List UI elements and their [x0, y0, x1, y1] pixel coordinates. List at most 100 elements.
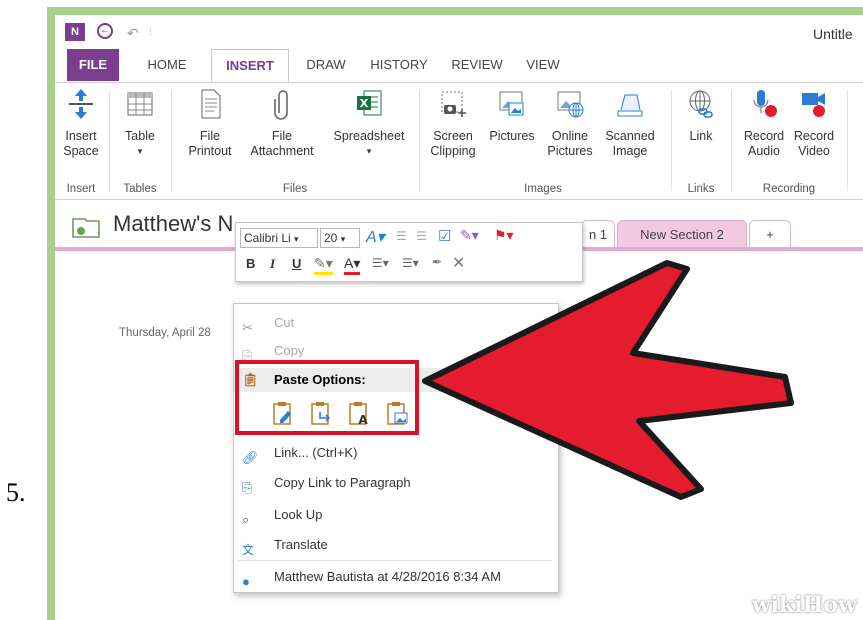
insert-space-label-1: Insert [65, 129, 97, 143]
tab-home[interactable]: HOME [139, 49, 195, 81]
scanned-image-label-2: Image [612, 144, 648, 158]
paperclip-icon [274, 90, 288, 120]
notebook-title[interactable]: Matthew's N [113, 211, 233, 237]
numbering-icon[interactable]: ☰▾ [402, 256, 419, 270]
group-label-links: Links [687, 183, 715, 195]
group-separator [847, 91, 848, 191]
online-pictures-label-1: Online [551, 129, 589, 143]
screen-clipping-label-1: Screen [433, 129, 473, 143]
menu-item-copy-link-label: Copy Link to Paragraph [274, 475, 411, 490]
font-name-box[interactable]: Calibri Li ▾ [240, 228, 318, 248]
ribbon: Insert Space Table ▾ File Printout File … [55, 82, 863, 200]
group-label-images: Images [524, 183, 562, 195]
online-pictures-icon [557, 91, 584, 118]
record-audio-button[interactable]: Record Audio [739, 87, 789, 159]
onenote-window: N ← ↶ ⫶ Untitle FILE HOME INSERT DRAW HI… [55, 15, 863, 620]
file-attachment-label-2: Attachment [250, 144, 314, 158]
menu-item-link-label: Link... (Ctrl+K) [274, 445, 358, 460]
title-bar: N ← ↶ ⫶ Untitle [55, 15, 863, 49]
paste-options-highlight-box [235, 360, 419, 435]
tab-review[interactable]: REVIEW [445, 49, 509, 81]
record-audio-label-1: Record [743, 129, 785, 143]
undo-icon[interactable]: ↶ [127, 25, 139, 42]
highlight-color-icon[interactable]: ✎▾ [314, 255, 333, 275]
back-icon[interactable]: ← [97, 23, 113, 39]
file-printout-label-2: Printout [188, 144, 232, 158]
record-video-label-1: Record [793, 129, 835, 143]
copy-link-icon: ⎘ [242, 480, 253, 495]
ribbon-tabs: FILE HOME INSERT DRAW HISTORY REVIEW VIE… [55, 49, 863, 83]
tab-insert[interactable]: INSERT [211, 49, 289, 83]
tab-history[interactable]: HISTORY [365, 49, 433, 81]
bullets-icon[interactable]: ☰▾ [372, 256, 389, 270]
spreadsheet-button[interactable]: X Spreadsheet ▾ [325, 87, 413, 159]
section-tab-1[interactable]: n 1 [581, 220, 615, 249]
pictures-button[interactable]: Pictures [483, 87, 541, 144]
group-separator [671, 91, 672, 191]
file-attachment-button[interactable]: File Attachment [241, 87, 323, 159]
spreadsheet-label: Spreadsheet [333, 129, 405, 143]
font-size-box[interactable]: 20 ▾ [320, 228, 360, 248]
bold-button[interactable]: B [246, 256, 255, 271]
tab-draw[interactable]: DRAW [301, 49, 351, 81]
microphone-icon [753, 90, 777, 117]
link-label: Link [689, 129, 713, 143]
record-audio-label-2: Audio [748, 144, 780, 158]
scanner-icon [617, 94, 643, 117]
font-color-icon[interactable]: A▾ [366, 227, 385, 247]
file-printout-icon [201, 89, 221, 119]
insert-space-label-2: Space [63, 144, 99, 158]
table-label: Table [125, 129, 155, 143]
group-label-insert: Insert [66, 183, 96, 195]
link-button[interactable]: Link [679, 87, 723, 144]
checkbox-tag-icon[interactable]: ☑ [438, 227, 451, 245]
customize-qat-icon[interactable]: ⫶ [149, 27, 152, 38]
file-printout-label-1: File [199, 129, 221, 143]
chevron-down-icon: ▾ [340, 234, 346, 244]
copy-icon: ⎘ [242, 348, 253, 363]
highlighter-icon[interactable]: ✎▾ [460, 227, 479, 244]
screen-clipping-icon [441, 91, 466, 117]
italic-button[interactable]: I [270, 256, 275, 272]
insert-space-icon [69, 89, 93, 119]
file-printout-button[interactable]: File Printout [179, 87, 241, 159]
group-label-recording: Recording [762, 183, 816, 195]
pictures-icon [499, 91, 524, 116]
magnifier-icon: ⌕ [242, 512, 250, 527]
onenote-logo-icon: N [65, 23, 85, 41]
record-video-button[interactable]: Record Video [789, 87, 839, 159]
translate-icon: 文 [242, 543, 255, 557]
menu-item-translate[interactable]: 文 Translate [234, 532, 556, 558]
chevron-down-icon: ▾ [294, 234, 299, 244]
video-camera-icon [802, 93, 825, 117]
screen-clipping-button[interactable]: Screen Clipping [425, 87, 481, 159]
section-tab-new-section-2[interactable]: New Section 2 [617, 220, 747, 249]
table-button[interactable]: Table ▾ [115, 87, 165, 159]
online-pictures-button[interactable]: Online Pictures [541, 87, 599, 159]
menu-item-author-label: Matthew Bautista at 4/28/2016 8:34 AM [274, 569, 501, 584]
spreadsheet-dropdown-arrow: ▾ [366, 146, 372, 156]
flag-icon[interactable]: ⚑▾ [494, 227, 514, 244]
screenshot-frame: N ← ↶ ⫶ Untitle FILE HOME INSERT DRAW HI… [47, 7, 863, 620]
group-separator [109, 91, 110, 191]
scanned-image-button[interactable]: Scanned Image [599, 87, 661, 159]
tab-view[interactable]: VIEW [519, 49, 567, 81]
online-pictures-label-2: Pictures [547, 144, 593, 158]
numbered-list-icon[interactable]: ☰ [416, 229, 427, 243]
font-name-value: Calibri Li [244, 231, 291, 245]
add-section-button[interactable]: + [749, 220, 791, 249]
group-separator [419, 91, 420, 191]
text-color-icon[interactable]: A▾ [344, 255, 361, 275]
group-separator [171, 91, 172, 191]
menu-item-cut-label: Cut [274, 315, 295, 330]
bullet-list-icon[interactable]: ☰ [396, 229, 407, 243]
page-date: Thursday, April 28 [119, 327, 211, 339]
svg-text:X: X [360, 97, 369, 110]
insert-space-button[interactable]: Insert Space [59, 87, 103, 159]
underline-button[interactable]: U [292, 256, 301, 271]
menu-item-look-up[interactable]: ⌕ Look Up [234, 502, 556, 528]
tab-file[interactable]: FILE [67, 49, 119, 81]
window-title: Untitle [813, 26, 853, 42]
link-globe-icon [689, 90, 713, 118]
person-icon: ● [242, 574, 250, 589]
